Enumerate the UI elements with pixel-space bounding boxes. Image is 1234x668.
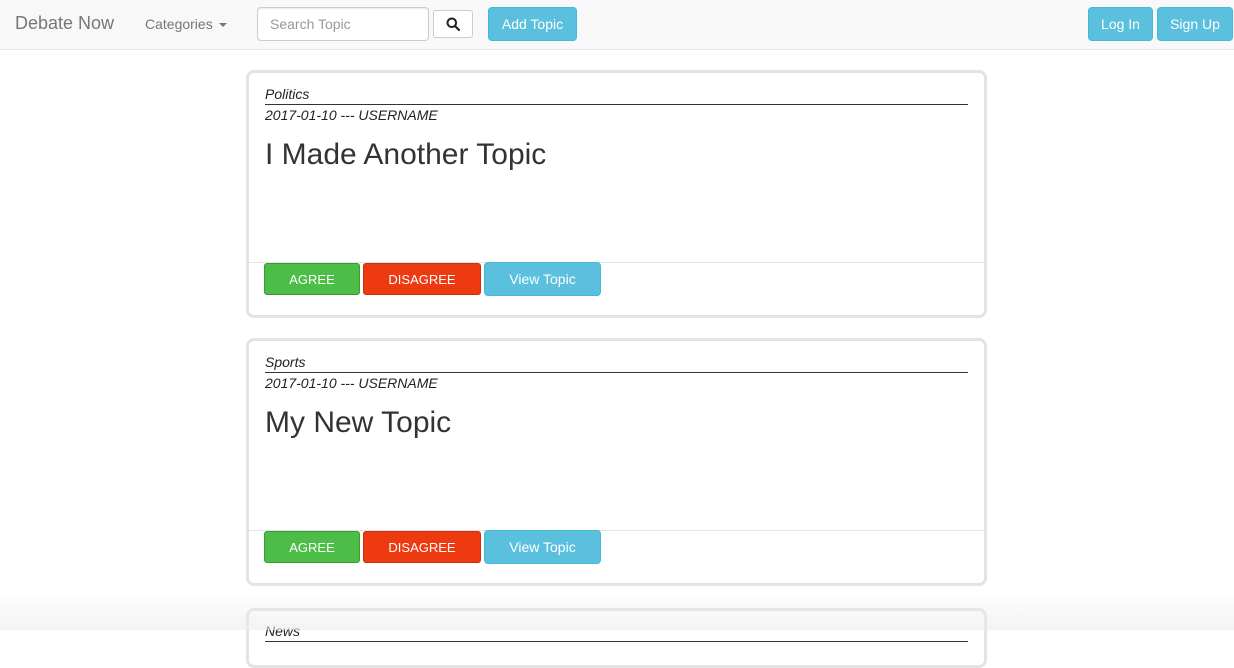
topic-category: Politics	[265, 86, 968, 105]
topic-meta: 2017-01-10 --- USERNAME	[265, 107, 438, 123]
categories-label: Categories	[145, 16, 213, 32]
search-button[interactable]	[433, 10, 473, 38]
topic-title: My New Topic	[265, 406, 452, 439]
view-topic-button[interactable]: View Topic	[484, 530, 601, 564]
caret-down-icon	[218, 23, 227, 27]
categories-dropdown[interactable]: Categories	[145, 16, 227, 32]
topic-title: I Made Another Topic	[265, 138, 547, 171]
search-input[interactable]	[257, 7, 429, 41]
agree-button[interactable]: AGREE	[264, 263, 360, 295]
top-navbar: Debate Now Categories Add Topic Log In S…	[0, 0, 1234, 50]
topic-category: News	[265, 623, 968, 642]
disagree-button[interactable]: DISAGREE	[363, 531, 481, 563]
card-divider	[249, 262, 984, 263]
topic-card: Politics 2017-01-10 --- USERNAME I Made …	[246, 70, 987, 318]
topic-meta: 2017-01-10 --- USERNAME	[265, 375, 438, 391]
card-divider	[249, 530, 984, 531]
topic-card: Sports 2017-01-10 --- USERNAME My New To…	[246, 338, 987, 586]
topic-category: Sports	[265, 354, 968, 373]
brand-link[interactable]: Debate Now	[15, 13, 114, 34]
disagree-button[interactable]: DISAGREE	[363, 263, 481, 295]
add-topic-button[interactable]: Add Topic	[488, 7, 577, 41]
topic-card: News	[246, 608, 987, 668]
signup-button[interactable]: Sign Up	[1157, 7, 1233, 41]
agree-button[interactable]: AGREE	[264, 531, 360, 563]
login-button[interactable]: Log In	[1088, 7, 1153, 41]
view-topic-button[interactable]: View Topic	[484, 262, 601, 296]
magnifier-icon	[446, 17, 460, 31]
